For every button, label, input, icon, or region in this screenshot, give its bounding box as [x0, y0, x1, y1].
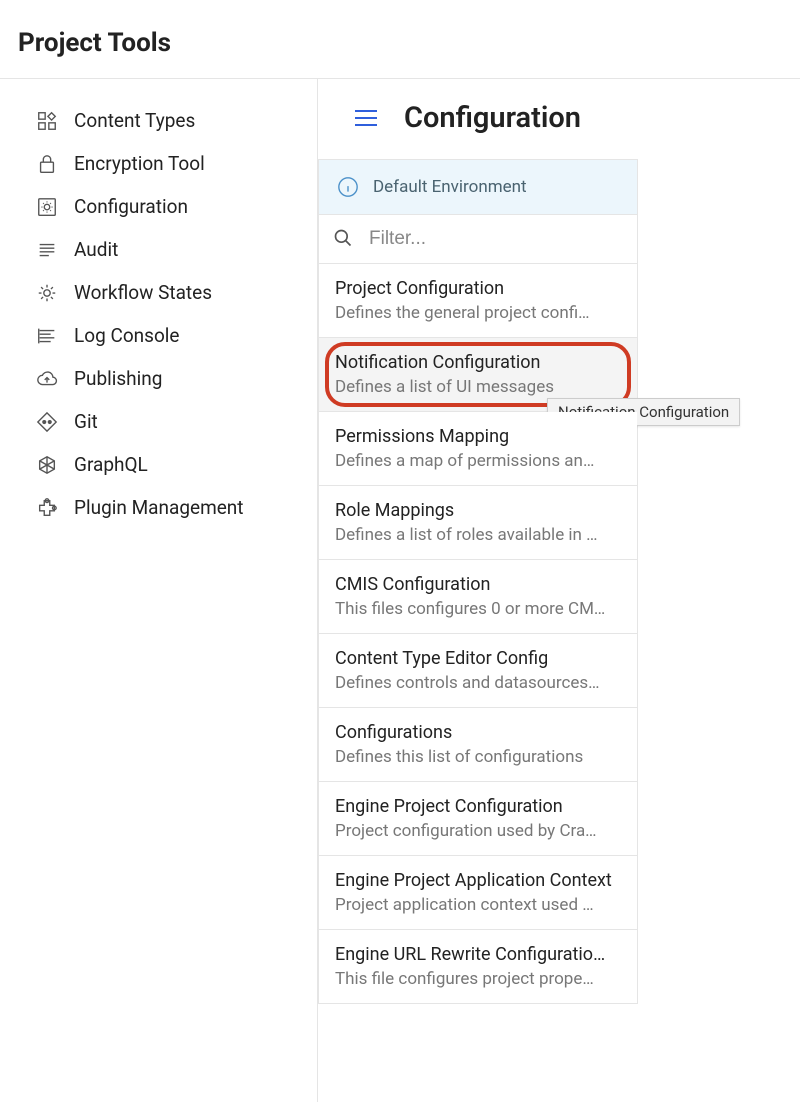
- sidebar: Content Types Encryption Tool Configurat…: [0, 79, 318, 1102]
- log-icon: [36, 325, 58, 347]
- config-item-title: Role Mappings: [335, 500, 621, 521]
- sidebar-item-audit[interactable]: Audit: [36, 228, 301, 271]
- config-item-desc: Defines a list of roles available in …: [335, 525, 621, 545]
- filter-row: [319, 215, 637, 264]
- config-item-desc: This file configures project prope…: [335, 969, 621, 989]
- config-item-title: Engine Project Configuration: [335, 796, 621, 817]
- app-header: Project Tools: [0, 0, 800, 79]
- config-item-desc: Defines the general project confi…: [335, 303, 621, 323]
- sidebar-item-label: Log Console: [74, 324, 179, 347]
- sidebar-item-label: Publishing: [74, 367, 162, 390]
- sidebar-item-label: Plugin Management: [74, 496, 244, 519]
- cloud-upload-icon: [36, 368, 58, 390]
- config-item-desc: Project configuration used by Cra…: [335, 821, 621, 841]
- sidebar-item-label: Encryption Tool: [74, 152, 205, 175]
- config-item-desc: Defines controls and datasources…: [335, 673, 621, 693]
- config-item[interactable]: Notification Configuration Defines a list…: [319, 338, 637, 412]
- config-item[interactable]: CMIS Configuration This files configures …: [319, 560, 637, 634]
- config-item-title: Engine Project Application Context: [335, 870, 621, 891]
- menu-icon[interactable]: [352, 104, 380, 132]
- sidebar-item-publishing[interactable]: Publishing: [36, 357, 301, 400]
- sidebar-item-graphql[interactable]: GraphQL: [36, 443, 301, 486]
- config-item-title: Project Configuration: [335, 278, 621, 299]
- list-icon: [36, 239, 58, 261]
- sidebar-item-label: GraphQL: [74, 453, 148, 476]
- body: Content Types Encryption Tool Configurat…: [0, 79, 800, 1102]
- page-title: Project Tools: [18, 28, 800, 58]
- config-item-title: Notification Configuration: [335, 352, 621, 373]
- sidebar-item-encryption[interactable]: Encryption Tool: [36, 142, 301, 185]
- environment-label: Default Environment: [373, 177, 527, 197]
- filter-input[interactable]: [367, 227, 623, 251]
- sidebar-item-log[interactable]: Log Console: [36, 314, 301, 357]
- lock-icon: [36, 153, 58, 175]
- config-item-title: Engine URL Rewrite Configuratio…: [335, 944, 621, 965]
- extension-icon: [36, 497, 58, 519]
- config-item[interactable]: Content Type Editor Config Defines contro…: [319, 634, 637, 708]
- sidebar-item-configuration[interactable]: Configuration: [36, 185, 301, 228]
- main-panel: Configuration Default Environment Projec…: [318, 79, 800, 1102]
- main-header: Configuration: [318, 79, 800, 159]
- sidebar-item-label: Content Types: [74, 109, 195, 132]
- config-item-title: Configurations: [335, 722, 621, 743]
- main-title: Configuration: [404, 101, 581, 135]
- config-item[interactable]: Role Mappings Defines a list of roles ava…: [319, 486, 637, 560]
- sidebar-item-label: Audit: [74, 238, 118, 261]
- sidebar-item-label: Workflow States: [74, 281, 212, 304]
- config-item-desc: Defines a list of UI messages: [335, 377, 621, 397]
- sidebar-item-workflow[interactable]: Workflow States: [36, 271, 301, 314]
- info-icon: [337, 176, 359, 198]
- config-item-desc: Defines a map of permissions an…: [335, 451, 621, 471]
- config-item-title: Permissions Mapping: [335, 426, 621, 447]
- sidebar-item-git[interactable]: Git: [36, 400, 301, 443]
- sidebar-item-plugins[interactable]: Plugin Management: [36, 486, 301, 529]
- config-item-desc: Defines this list of configurations: [335, 747, 621, 767]
- config-item[interactable]: Engine URL Rewrite Configuratio… This fil…: [319, 930, 637, 1004]
- config-item-desc: Project application context used …: [335, 895, 621, 915]
- sidebar-item-content-types[interactable]: Content Types: [36, 99, 301, 142]
- environment-row[interactable]: Default Environment: [319, 160, 637, 215]
- config-item[interactable]: Engine Project Application Context Projec…: [319, 856, 637, 930]
- sidebar-item-label: Git: [74, 410, 98, 433]
- graphql-icon: [36, 454, 58, 476]
- sidebar-item-label: Configuration: [74, 195, 188, 218]
- config-list: Default Environment Project Configuratio…: [318, 159, 638, 1004]
- config-item[interactable]: Configurations Defines this list of confi…: [319, 708, 637, 782]
- gear-icon: [36, 282, 58, 304]
- search-icon: [333, 228, 355, 250]
- config-item-title: CMIS Configuration: [335, 574, 621, 595]
- config-item[interactable]: Permissions Mapping Defines a map of perm…: [319, 412, 637, 486]
- config-item-title: Content Type Editor Config: [335, 648, 621, 669]
- config-item[interactable]: Project Configuration Defines the general…: [319, 264, 637, 338]
- gear-box-icon: [36, 196, 58, 218]
- config-item[interactable]: Engine Project Configuration Project conf…: [319, 782, 637, 856]
- git-diamond-icon: [36, 411, 58, 433]
- content-types-icon: [36, 110, 58, 132]
- config-item-desc: This files configures 0 or more CM…: [335, 599, 621, 619]
